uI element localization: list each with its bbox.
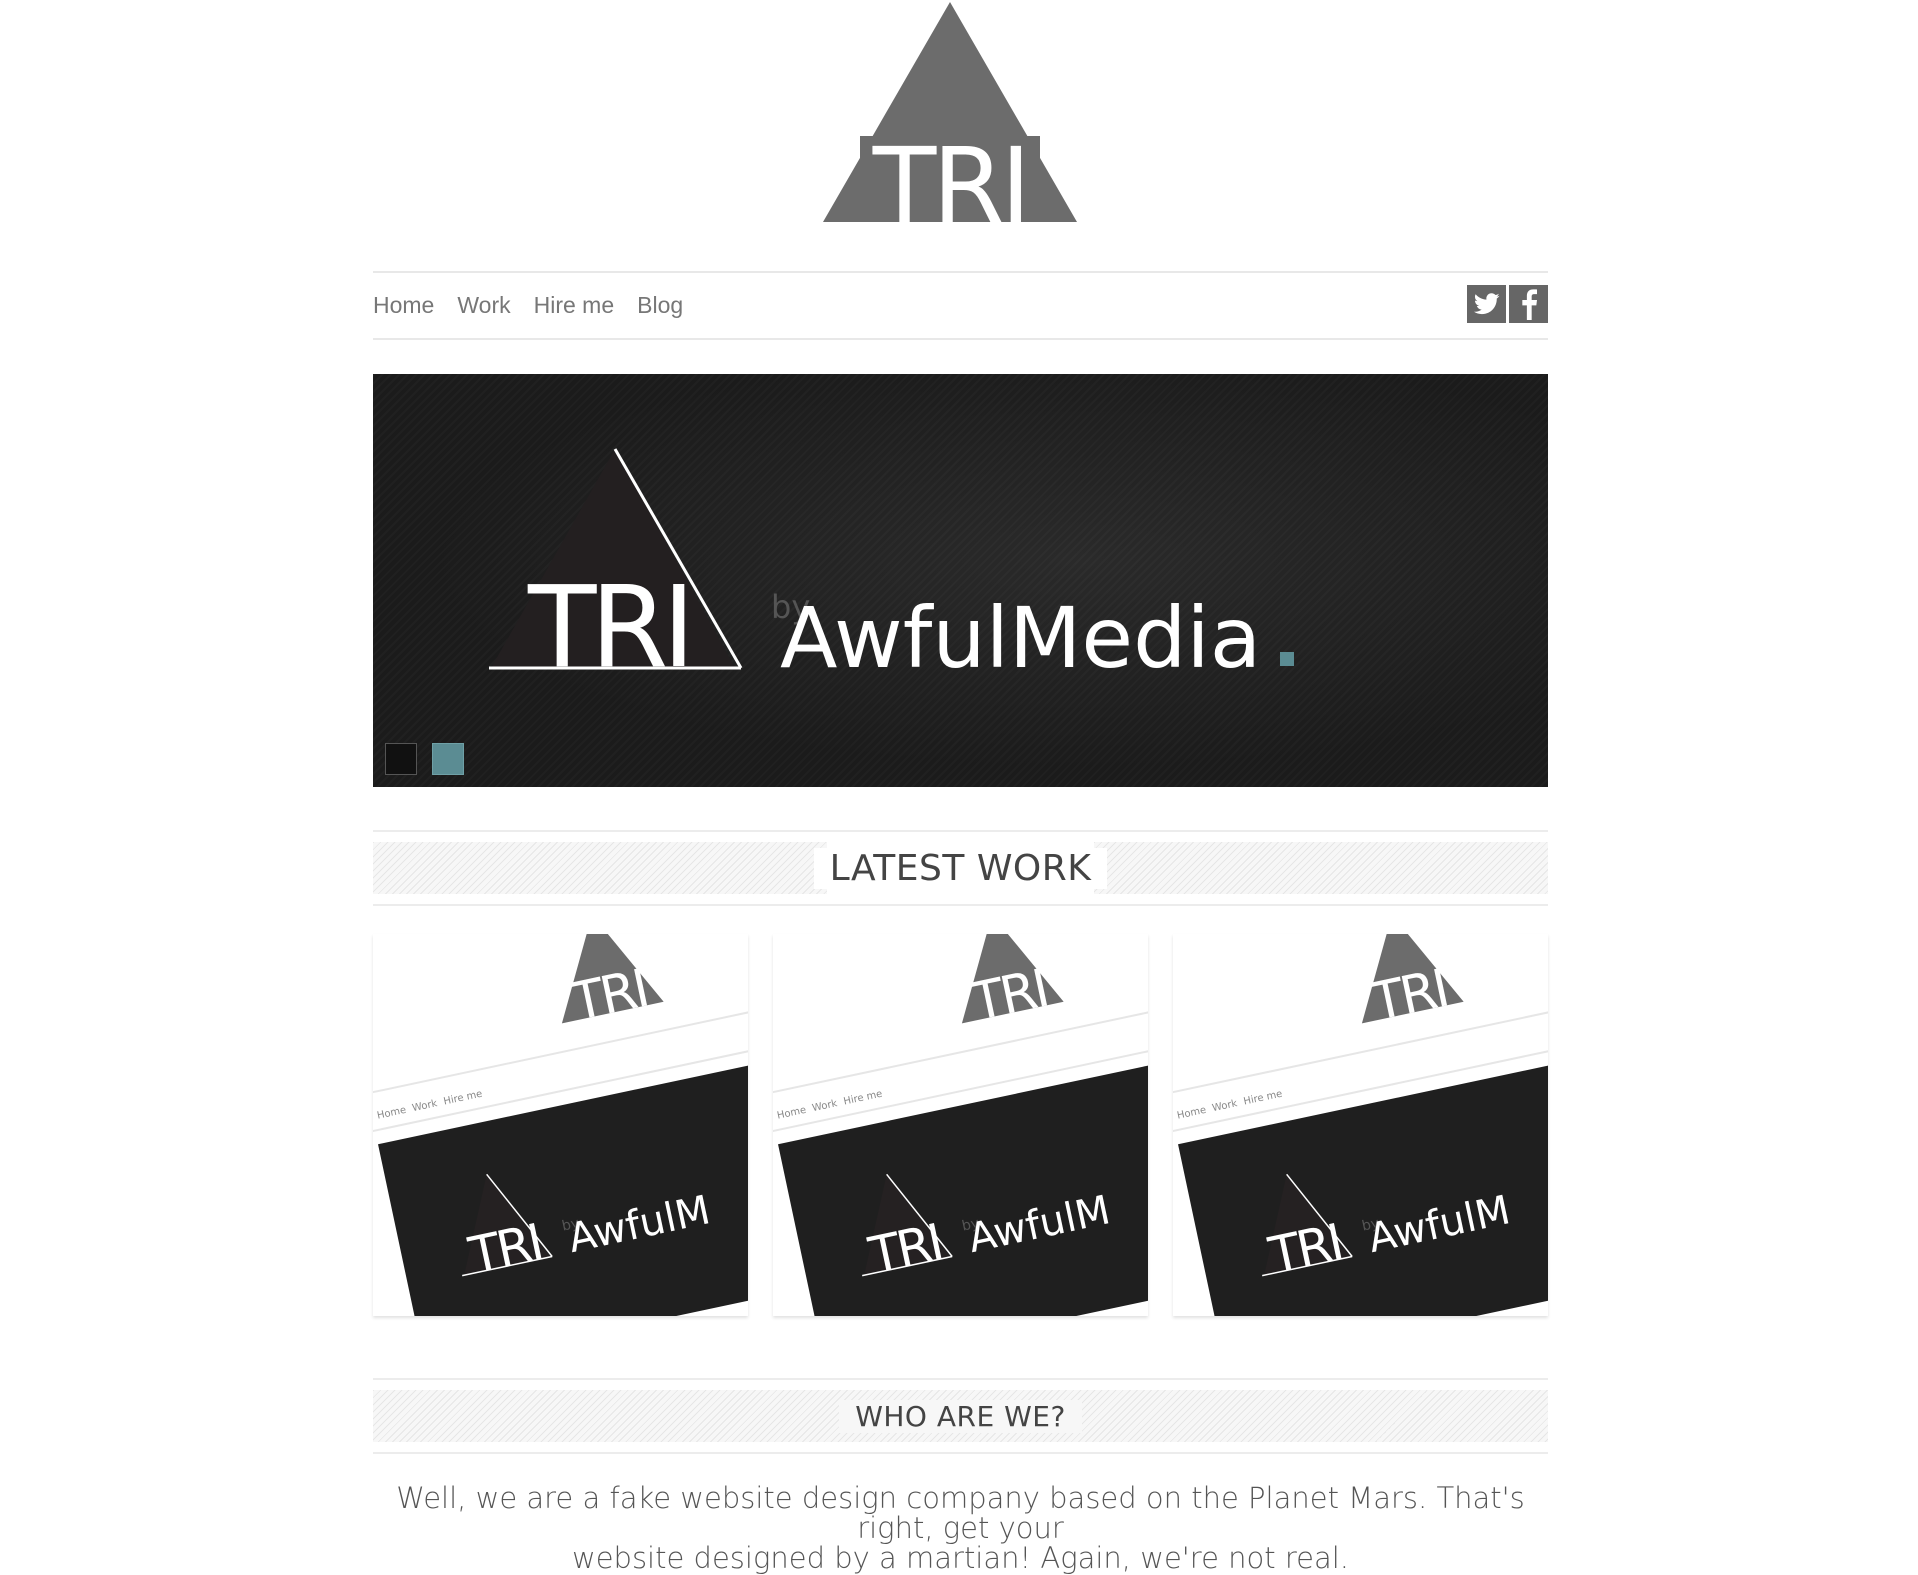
thumb-nav-work: Work [811,1098,838,1114]
thumb-nav-home: Home [376,1105,407,1122]
main-nav: Home Work Hire me Blog [373,272,1548,338]
social-links [1467,285,1548,323]
thumb-nav-hire: Hire me [443,1089,484,1108]
facebook-button[interactable] [1509,285,1548,323]
nav-work[interactable]: Work [457,292,510,319]
facebook-icon [1521,289,1537,320]
hero-slider: TRI by AwfulMedia [373,374,1548,787]
work-thumbnail: TRIHome Work Hire meTRI byAwfulM [1173,934,1548,1316]
work-card-2[interactable]: TRI Home Work Hire me TRI by AwfulM [773,934,1148,1316]
thumb-nav-hire: Hire me [843,1089,884,1108]
who-title: WHO ARE WE? [839,1399,1082,1433]
nav-bottom-divider [373,338,1548,340]
thumb-nav-hire: Hire me [1243,1089,1284,1108]
work-thumbnail: TRIHome Work Hire meTRI byAwfulM [773,934,1148,1316]
latest-work-header: LATEST WORK [373,830,1548,906]
nav-hire-me[interactable]: Hire me [534,292,615,319]
about-text: Well, we are a fake website design compa… [373,1483,1548,1573]
work-card-3[interactable]: TRI Home Work Hire me TRI by AwfulM [1173,934,1548,1316]
thumb-nav-work: Work [1211,1098,1238,1114]
hero-banner: TRI by AwfulMedia [489,448,1294,693]
thumb-nav-home: Home [776,1105,807,1122]
thumb-nav-work: Work [411,1098,438,1114]
thumb-nav-home: Home [1176,1105,1207,1122]
slider-dot-2[interactable] [432,743,464,775]
about-line-1: Well, we are a fake website design compa… [396,1481,1525,1545]
site-logo[interactable]: TRI [820,0,1080,225]
hero-logo-text: TRI [527,563,689,693]
nav-home[interactable]: Home [373,292,434,319]
twitter-button[interactable] [1467,285,1506,323]
logo-text: TRI [872,125,1027,225]
work-card-1[interactable]: TRI Home Work Hire me TRI by AwfulM [373,934,748,1316]
hero-brand-dot [1280,652,1294,666]
work-thumbnail: TRIHome Work Hire meTRI byAwfulM [373,934,748,1316]
twitter-icon [1473,293,1500,315]
latest-work-title: LATEST WORK [813,847,1108,889]
hero-brand-text: AwfulMedia [780,589,1261,687]
slider-dot-1[interactable] [385,743,417,775]
who-header: WHO ARE WE? [373,1378,1548,1454]
nav-blog[interactable]: Blog [637,292,683,319]
